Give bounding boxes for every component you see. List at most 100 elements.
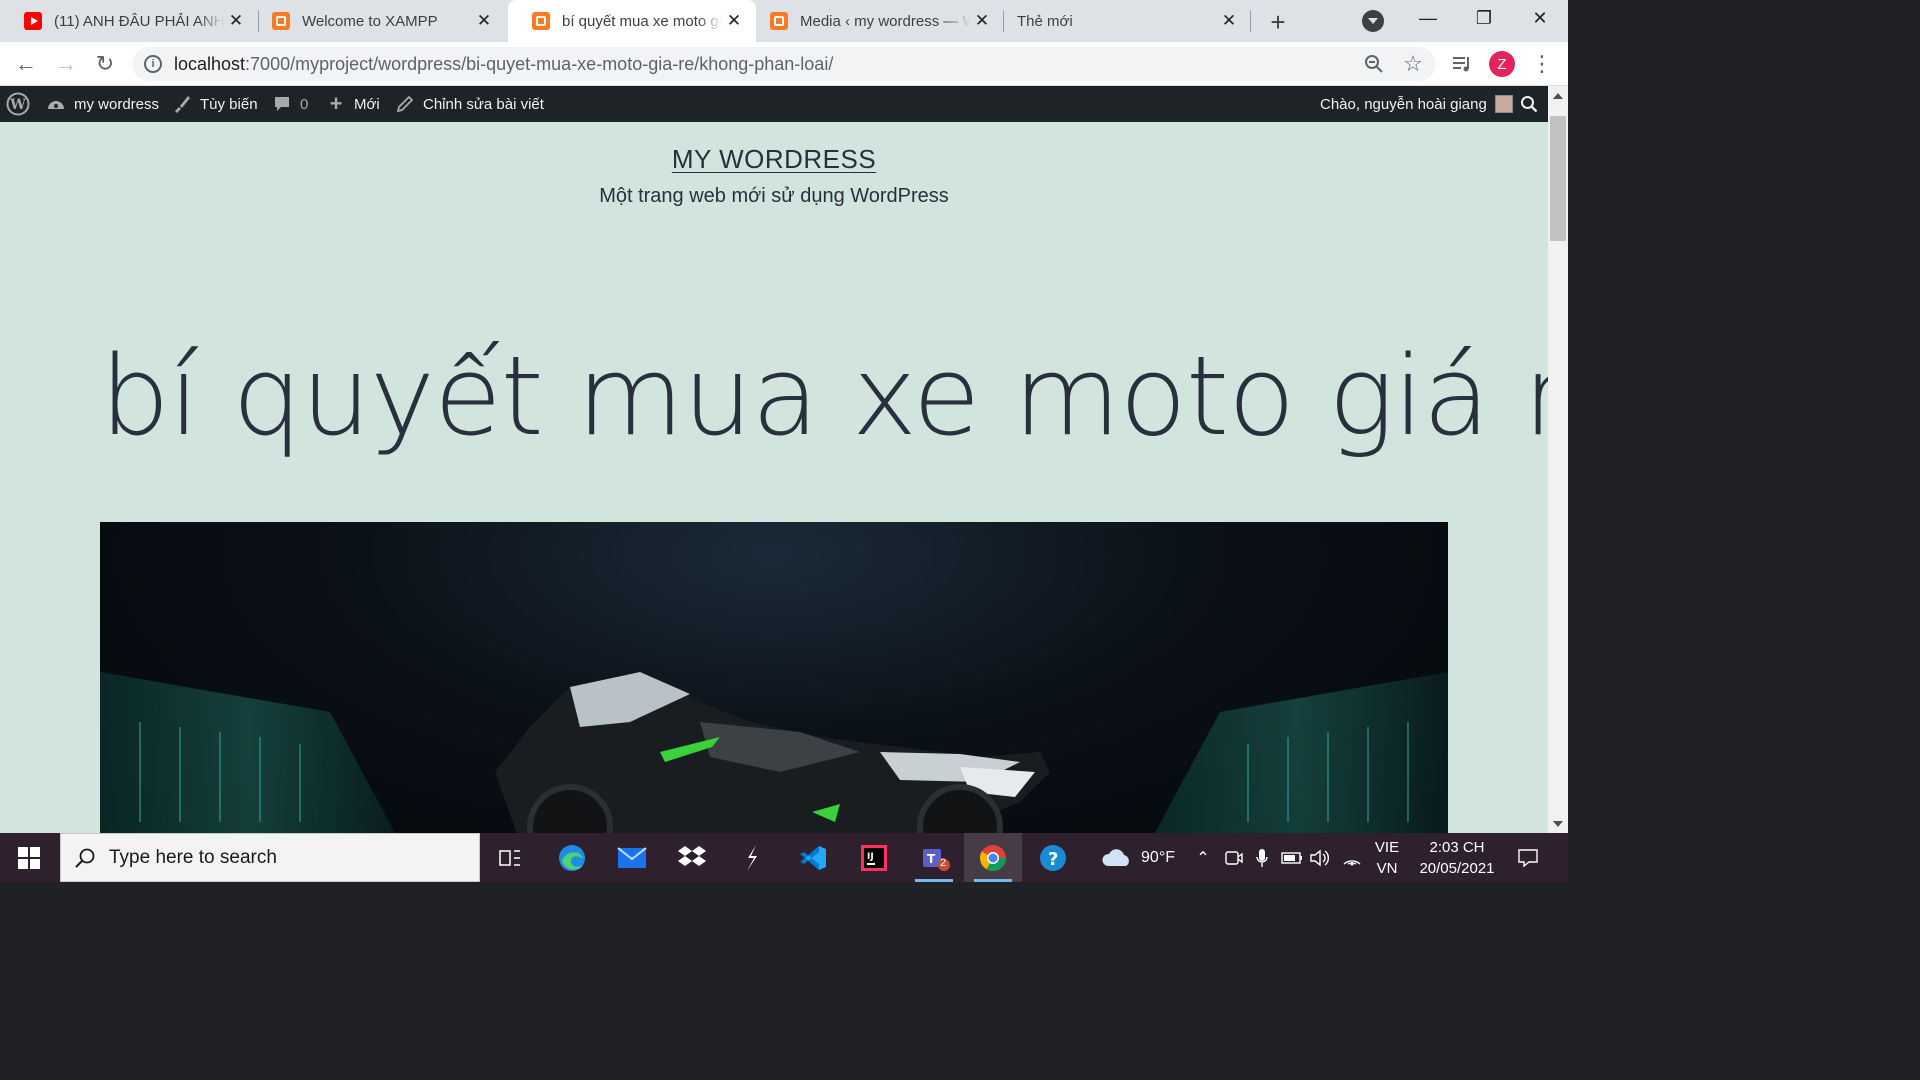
search-icon bbox=[61, 847, 109, 869]
svg-text:?: ? bbox=[1048, 849, 1058, 870]
greeting-label: Chào, nguyễn hoài giang bbox=[1320, 95, 1487, 113]
new-tab-button[interactable]: + bbox=[1264, 7, 1292, 37]
tab-title: (11) ANH ĐÂU PHẢI ANH bbox=[54, 12, 224, 30]
search-placeholder: Type here to search bbox=[109, 846, 277, 868]
intellij-icon[interactable]: IJ bbox=[845, 833, 903, 882]
adminbar-new[interactable]: + Mới bbox=[326, 86, 380, 122]
tab-media[interactable]: Media ‹ my wordress — WordPress ✕ bbox=[746, 0, 1004, 42]
adminbar-search-icon[interactable] bbox=[1520, 86, 1538, 122]
sublime-text-icon[interactable] bbox=[723, 833, 781, 882]
tab-title: bí quyết mua xe moto giá rẻ bbox=[562, 12, 722, 30]
volume-icon[interactable] bbox=[1308, 833, 1332, 882]
svg-text:T: T bbox=[927, 852, 936, 866]
motorcycle-image bbox=[100, 672, 1448, 833]
system-clock[interactable]: 2:03 CH 20/05/2021 bbox=[1412, 837, 1502, 879]
adminbar-site-name[interactable]: my wordress bbox=[46, 86, 159, 122]
scroll-up-arrow-icon[interactable] bbox=[1553, 93, 1563, 99]
input-language[interactable]: VIE VN bbox=[1372, 837, 1402, 879]
teams-badge: 2 bbox=[940, 857, 947, 869]
profile-avatar[interactable]: Z bbox=[1489, 51, 1515, 77]
close-tab-icon[interactable]: ✕ bbox=[1217, 9, 1241, 33]
wifi-icon[interactable] bbox=[1340, 833, 1364, 882]
help-icon[interactable]: ? bbox=[1024, 833, 1082, 882]
youtube-icon bbox=[24, 12, 42, 30]
chrome-menu-icon[interactable]: ⋮ bbox=[1526, 48, 1558, 80]
page-scrollbar[interactable] bbox=[1548, 86, 1568, 833]
close-tab-icon[interactable]: ✕ bbox=[472, 9, 496, 33]
forward-arrow-icon[interactable]: → bbox=[50, 48, 82, 80]
address-bar[interactable]: i localhost:7000/myproject/wordpress/bi-… bbox=[132, 47, 1436, 81]
site-name-label: my wordress bbox=[74, 95, 160, 113]
page-content: MY WORDRESS Một trang web mới sử dụng Wo… bbox=[0, 122, 1548, 833]
svg-text:IJ: IJ bbox=[867, 852, 874, 862]
browser-toolbar: ← → ↻ i localhost:7000/myproject/wordpre… bbox=[0, 42, 1568, 86]
tab-title: Welcome to XAMPP bbox=[302, 12, 438, 30]
notifications-icon[interactable] bbox=[1510, 833, 1546, 882]
close-tab-icon[interactable]: ✕ bbox=[722, 9, 746, 33]
weather-temperature[interactable]: 90°F bbox=[1136, 833, 1180, 882]
windows-start-icon[interactable] bbox=[0, 833, 58, 882]
paintbrush-icon bbox=[172, 94, 192, 114]
lang-line-2: VN bbox=[1376, 860, 1398, 877]
screen: (11) ANH ĐÂU PHẢI ANH ✕ Welcome to XAMPP… bbox=[0, 0, 1568, 882]
url-host: localhost bbox=[174, 54, 246, 74]
scrollbar-thumb[interactable] bbox=[1550, 116, 1566, 241]
close-tab-icon[interactable]: ✕ bbox=[224, 9, 248, 33]
back-arrow-icon[interactable]: ← bbox=[10, 48, 42, 80]
user-avatar bbox=[1494, 95, 1513, 113]
svg-text:W: W bbox=[9, 97, 26, 113]
browser-tab-strip: (11) ANH ĐÂU PHẢI ANH ✕ Welcome to XAMPP… bbox=[0, 0, 1568, 42]
xampp-icon bbox=[272, 12, 290, 30]
dropbox-icon[interactable] bbox=[663, 833, 721, 882]
tab-youtube[interactable]: (11) ANH ĐÂU PHẢI ANH ✕ bbox=[0, 0, 258, 42]
battery-icon[interactable] bbox=[1280, 833, 1304, 882]
close-window-icon[interactable]: ✕ bbox=[1512, 0, 1568, 36]
restore-icon[interactable]: ❐ bbox=[1456, 0, 1512, 36]
tab-new[interactable]: Thẻ mới ✕ bbox=[993, 0, 1251, 42]
tab-post-active[interactable]: bí quyết mua xe moto giá rẻ ✕ bbox=[508, 0, 756, 42]
customize-label: Tùy biến bbox=[200, 95, 258, 113]
tray-chevron-up-icon[interactable]: ⌃ bbox=[1192, 833, 1214, 882]
plus-icon: + bbox=[329, 91, 343, 116]
windows-taskbar: Type here to search IJ T 2 ? 90°F ⌃ VIE … bbox=[0, 833, 1568, 882]
zoom-icon[interactable] bbox=[1358, 48, 1390, 80]
bookmark-star-icon[interactable]: ☆ bbox=[1397, 48, 1429, 80]
edge-browser-icon[interactable] bbox=[543, 833, 601, 882]
task-view-icon[interactable] bbox=[481, 833, 539, 882]
teams-icon[interactable]: T 2 bbox=[905, 833, 963, 882]
vscode-icon[interactable] bbox=[784, 833, 842, 882]
new-label: Mới bbox=[354, 95, 380, 113]
close-tab-icon[interactable]: ✕ bbox=[970, 9, 994, 33]
scroll-down-arrow-icon[interactable] bbox=[1553, 821, 1563, 827]
wp-admin-bar: W my wordress Tùy biến 0 + Mới Chỉnh sửa… bbox=[0, 86, 1548, 122]
comments-count: 0 bbox=[300, 95, 309, 113]
mail-icon[interactable] bbox=[603, 833, 661, 882]
adminbar-edit-post[interactable]: Chỉnh sửa bài viết bbox=[395, 86, 544, 122]
site-title: MY WORDRESS bbox=[0, 144, 1548, 175]
site-title-link[interactable]: MY WORDRESS bbox=[672, 144, 876, 174]
tab-separator bbox=[1250, 10, 1251, 32]
reload-icon[interactable]: ↻ bbox=[89, 48, 121, 80]
taskbar-search-box[interactable]: Type here to search bbox=[60, 833, 480, 882]
clock-time: 2:03 CH bbox=[1429, 839, 1485, 856]
url-path: :7000/myproject/wordpress/bi-quyet-mua-x… bbox=[245, 54, 834, 74]
adminbar-account[interactable]: Chào, nguyễn hoài giang bbox=[1320, 86, 1513, 122]
chrome-icon[interactable] bbox=[964, 833, 1022, 882]
microphone-icon[interactable] bbox=[1250, 833, 1274, 882]
dashboard-gauge-icon bbox=[46, 94, 66, 114]
info-icon[interactable]: i bbox=[144, 55, 162, 73]
edit-post-label: Chỉnh sửa bài viết bbox=[423, 95, 544, 113]
wordpress-logo-icon[interactable]: W bbox=[6, 86, 30, 122]
clock-date: 20/05/2021 bbox=[1419, 860, 1495, 877]
weather-cloud-icon[interactable] bbox=[1098, 833, 1136, 882]
comment-bubble-icon bbox=[272, 94, 292, 114]
adminbar-customize[interactable]: Tùy biến bbox=[172, 86, 258, 122]
meet-now-icon[interactable] bbox=[1222, 833, 1246, 882]
url-text[interactable]: localhost:7000/myproject/wordpress/bi-qu… bbox=[174, 54, 833, 75]
adminbar-comments[interactable]: 0 bbox=[272, 86, 308, 122]
media-control-icon[interactable] bbox=[1446, 48, 1478, 80]
tab-search-icon[interactable] bbox=[1362, 10, 1384, 32]
pencil-icon bbox=[395, 94, 415, 114]
tab-xampp-welcome[interactable]: Welcome to XAMPP ✕ bbox=[248, 0, 506, 42]
minimize-icon[interactable]: — bbox=[1400, 0, 1456, 36]
